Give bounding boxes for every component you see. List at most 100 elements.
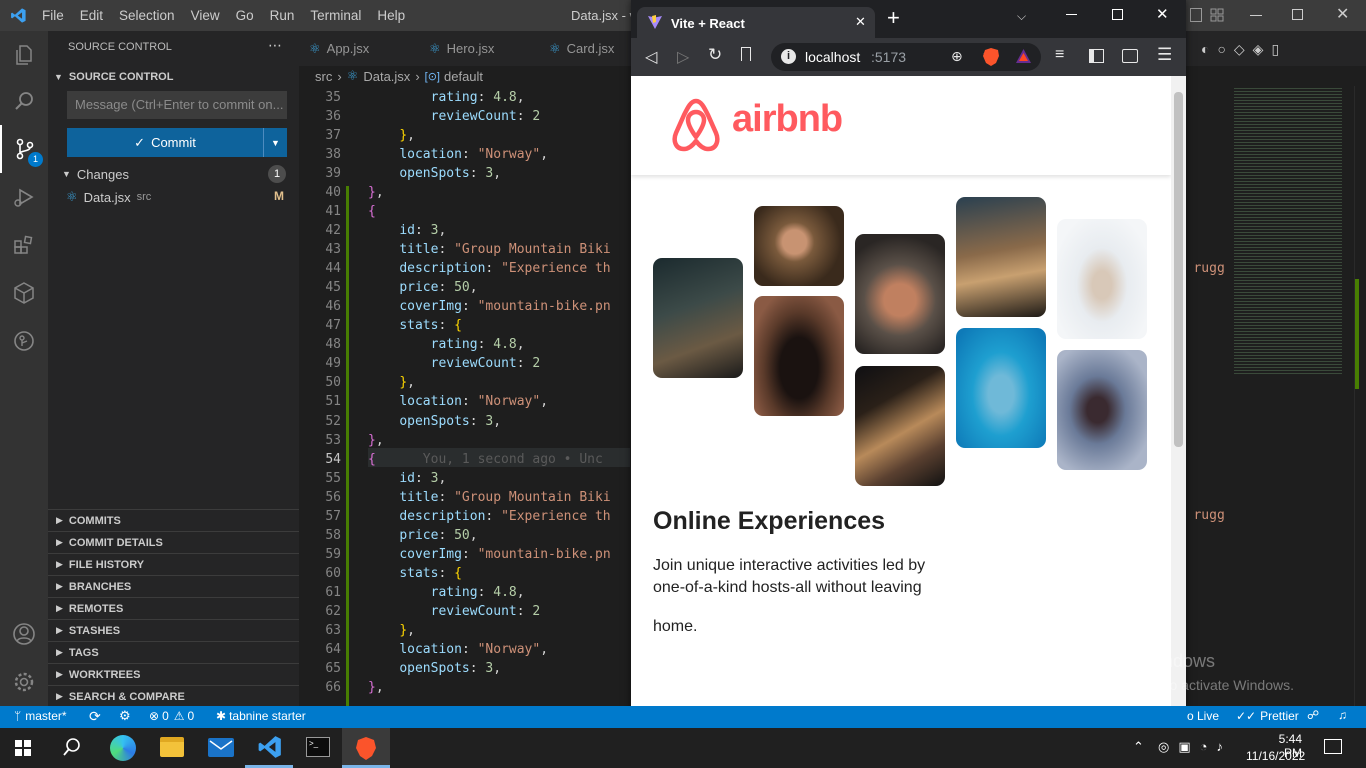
browser-tab[interactable]: Vite + React ✕ [637, 7, 875, 38]
code-line[interactable]: reviewCount: 2 [368, 109, 541, 124]
code-line[interactable]: { [368, 204, 376, 219]
feedback-icon[interactable]: ☍ [1307, 708, 1319, 722]
remote-explorer-icon[interactable] [0, 269, 48, 317]
section-file-history[interactable]: ▶ FILE HISTORY [48, 553, 299, 575]
clock-date[interactable]: 11/16/2022 [1246, 749, 1305, 763]
source-control-section[interactable]: ▼ SOURCE CONTROL [48, 68, 299, 86]
chevron-up-icon[interactable]: ⌃ [1133, 739, 1144, 755]
code-line[interactable]: title: "Group Mountain Biki [368, 490, 610, 505]
explorer-icon[interactable] [0, 31, 48, 79]
code-line[interactable]: }, [368, 623, 415, 638]
settings-gear-icon[interactable] [0, 658, 48, 706]
commit-message-input[interactable]: Message (Ctrl+Enter to commit on... [67, 91, 287, 119]
section-stashes[interactable]: ▶ STASHES [48, 619, 299, 641]
notification-center-icon[interactable] [1324, 739, 1342, 754]
menu-icon[interactable]: ☰ [1157, 45, 1172, 65]
active-taskbar-item[interactable] [342, 728, 390, 768]
code-line[interactable]: reviewCount: 2 [368, 356, 541, 371]
file-explorer-icon[interactable] [160, 737, 184, 757]
breadcrumb-file[interactable]: Data.jsx [363, 69, 410, 84]
breadcrumb-folder[interactable]: src [315, 69, 332, 84]
layout-icon[interactable] [1190, 8, 1202, 22]
code-line[interactable]: location: "Norway", [368, 394, 548, 409]
section-worktrees[interactable]: ▶ WORKTREES [48, 663, 299, 685]
code-line[interactable]: description: "Experience th [368, 509, 610, 524]
address-bar[interactable]: i localhost :5173 ⊕ ⇪ [771, 43, 1041, 71]
wallet-icon[interactable] [1122, 49, 1138, 63]
code-line[interactable]: }, [368, 375, 415, 390]
section-commits[interactable]: ▶ COMMITS [48, 509, 299, 531]
run-debug-icon[interactable] [0, 173, 48, 221]
airbnb-logo-icon[interactable] [671, 97, 721, 153]
accounts-icon[interactable] [0, 610, 48, 658]
code-line[interactable]: }, [368, 185, 384, 200]
code-line[interactable]: location: "Norway", [368, 642, 548, 657]
tab-close-icon[interactable]: ✕ [855, 14, 866, 30]
code-line[interactable]: openSpots: 3, [368, 414, 501, 429]
sidebar-toggle-icon[interactable] [1089, 49, 1104, 63]
menu-item-help[interactable]: Help [369, 8, 413, 23]
branch-status[interactable]: ᛘ master* [14, 709, 67, 723]
vscode-taskbar-icon[interactable] [257, 734, 283, 760]
page-scrollbar[interactable] [1171, 76, 1186, 728]
code-line[interactable]: price: 50, [368, 528, 477, 543]
code-line[interactable]: stats: { [368, 318, 462, 333]
code-line[interactable]: coverImg: "mountain-bike.pn [368, 299, 610, 314]
menu-item-terminal[interactable]: Terminal [302, 8, 369, 23]
code-line[interactable]: }, [368, 680, 384, 695]
gitlens-icon[interactable] [0, 317, 48, 365]
extensions-icon[interactable] [0, 221, 48, 269]
code-line[interactable]: }, [368, 433, 384, 448]
changes-group[interactable]: ▼ Changes 1 [48, 164, 299, 184]
info-icon[interactable]: i [781, 49, 796, 64]
bookmark-icon[interactable] [741, 47, 751, 61]
forward-icon[interactable]: ▷ [677, 47, 689, 67]
back-icon[interactable]: ◁ [645, 47, 657, 67]
menu-item-file[interactable]: File [34, 8, 72, 23]
logo-text[interactable]: airbnb [732, 98, 843, 141]
zoom-icon[interactable]: ⊕ [951, 48, 963, 65]
git-graph-icon[interactable]: ⚙ [119, 708, 131, 724]
browser-close-icon[interactable]: ✕ [1156, 5, 1169, 23]
tray-icons[interactable]: ◎▣◔♪ [1158, 739, 1232, 755]
go-live-status[interactable]: o Live [1187, 709, 1219, 723]
breadcrumb-symbol[interactable]: default [444, 69, 483, 84]
menu-item-run[interactable]: Run [262, 8, 303, 23]
code-line[interactable]: description: "Experience th [368, 261, 610, 276]
menu-item-go[interactable]: Go [228, 8, 262, 23]
mail-icon[interactable] [208, 738, 234, 757]
code-line[interactable]: }, [368, 128, 415, 143]
menu-item-edit[interactable]: Edit [72, 8, 111, 23]
new-tab-icon[interactable]: + [887, 7, 900, 29]
section-search-compare[interactable]: ▶ SEARCH & COMPARE [48, 685, 299, 707]
source-control-icon[interactable]: 1 [0, 125, 48, 173]
media-queue-icon[interactable]: ≡ [1055, 46, 1064, 64]
code-line[interactable]: openSpots: 3, [368, 661, 501, 676]
problems-status[interactable]: ⊗ 0 ⚠ 0 [149, 709, 194, 723]
code-line[interactable]: title: "Group Mountain Biki [368, 242, 610, 257]
edge-browser-icon[interactable] [110, 735, 136, 761]
brave-rewards-icon[interactable] [1015, 48, 1032, 65]
section-remotes[interactable]: ▶ REMOTES [48, 597, 299, 619]
page-scrollbar-thumb[interactable] [1174, 92, 1183, 447]
changed-file-item[interactable]: ⚛ Data.jsx src M [48, 186, 299, 208]
code-line[interactable]: price: 50, [368, 280, 477, 295]
section-commit-details[interactable]: ▶ COMMIT DETAILS [48, 531, 299, 553]
code-line[interactable]: rating: 4.8, [368, 585, 525, 600]
menu-item-view[interactable]: View [183, 8, 228, 23]
sync-icon[interactable]: ⟳ [89, 708, 101, 725]
code-line[interactable]: rating: 4.8, [368, 90, 525, 105]
commit-dropdown-button[interactable]: ▼ [263, 128, 287, 157]
windows-start-icon[interactable] [15, 740, 31, 756]
section-branches[interactable]: ▶ BRANCHES [48, 575, 299, 597]
close-icon[interactable]: ✕ [1336, 4, 1349, 24]
commit-button[interactable]: ✓ Commit [67, 128, 263, 157]
chevron-down-icon[interactable]: ⌵ [1017, 9, 1026, 24]
tabnine-status[interactable]: ✱ tabnine starter [216, 709, 306, 723]
code-line[interactable]: rating: 4.8, [368, 337, 525, 352]
code-line[interactable]: id: 3, [368, 471, 446, 486]
tab-app-jsx[interactable]: ⚛ App.jsx [309, 31, 419, 66]
search-icon[interactable] [0, 77, 48, 125]
reload-icon[interactable]: ↻ [708, 45, 722, 65]
tab-hero-jsx[interactable]: ⚛ Hero.jsx [429, 31, 539, 66]
